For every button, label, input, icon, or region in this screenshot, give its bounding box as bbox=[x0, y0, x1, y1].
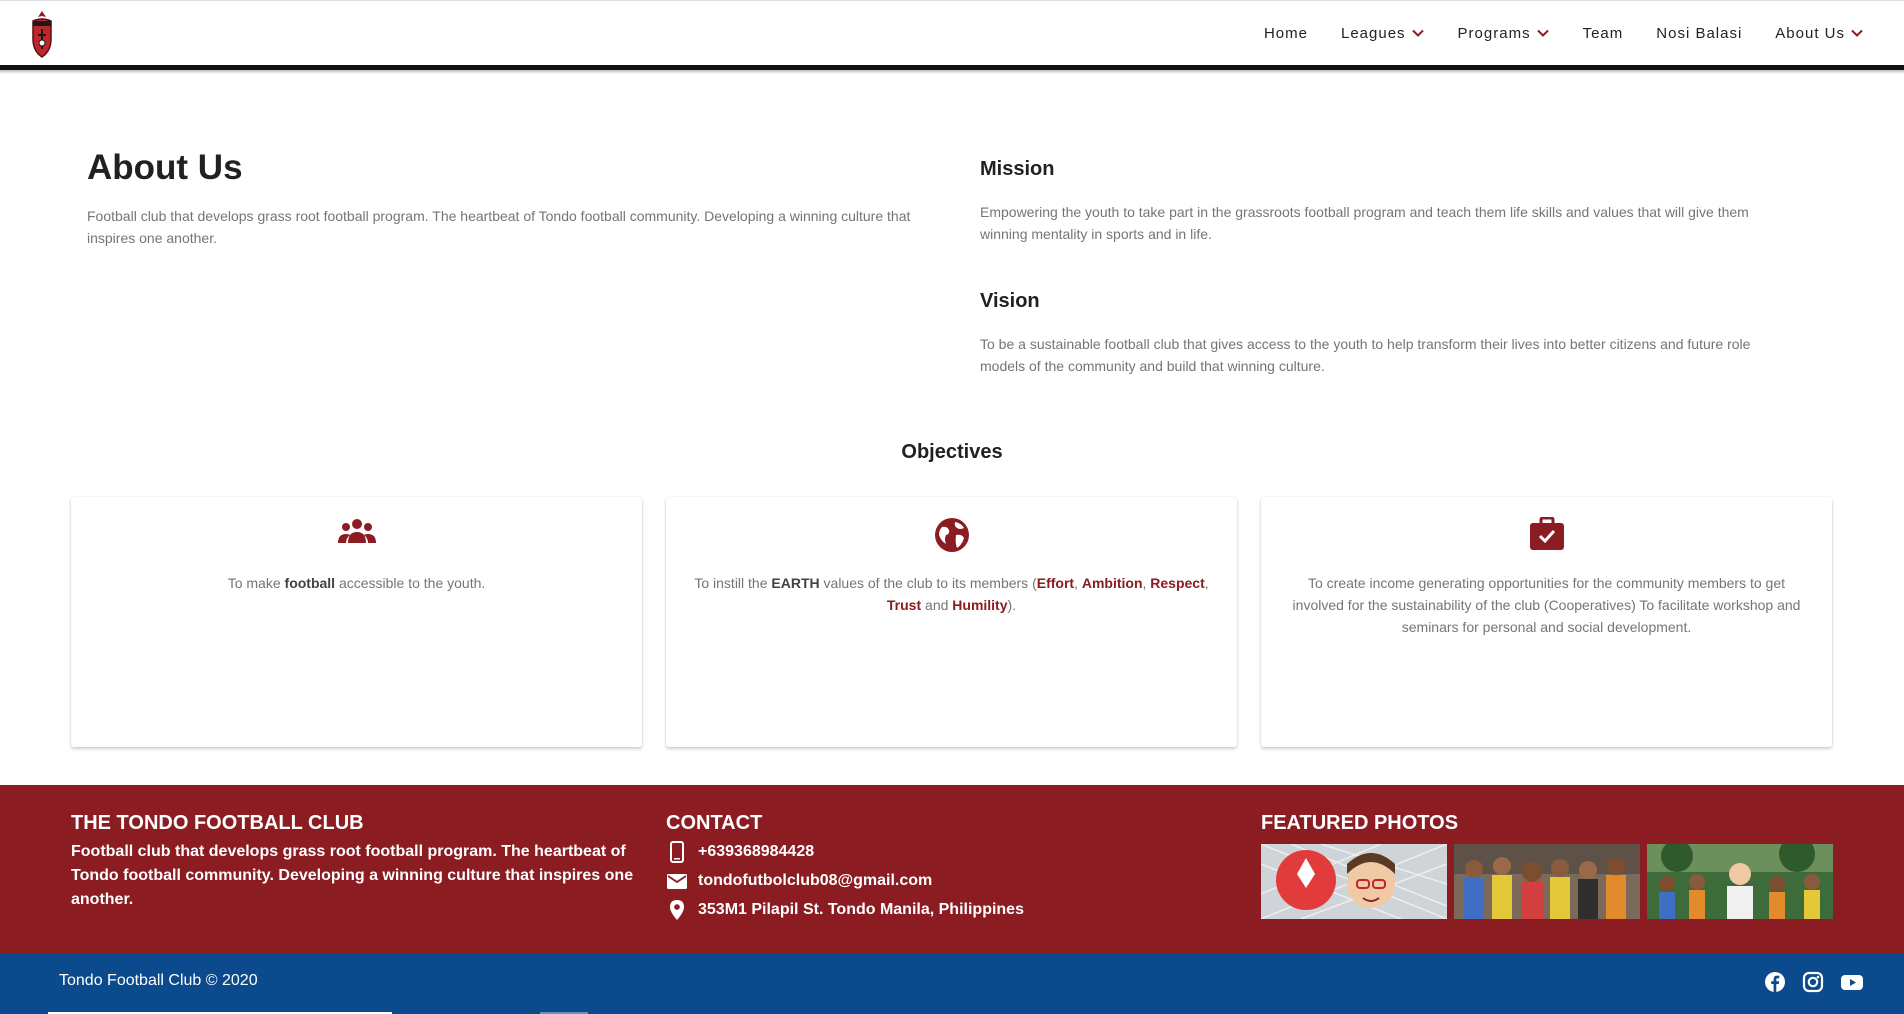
top-navbar: Home Leagues Programs Team Nosi Balasi A… bbox=[0, 0, 1904, 74]
instagram-icon[interactable] bbox=[1802, 971, 1824, 993]
location-pin-icon bbox=[670, 900, 684, 920]
nav-item-team[interactable]: Team bbox=[1583, 25, 1624, 42]
featured-photo-2[interactable] bbox=[1454, 844, 1640, 919]
navbar-shadow bbox=[0, 70, 1904, 74]
group-icon bbox=[337, 519, 376, 543]
nav-item-label: Leagues bbox=[1340, 24, 1406, 42]
chevron-down-icon bbox=[1851, 29, 1863, 37]
nav-item-leagues[interactable]: Leagues bbox=[1341, 25, 1425, 42]
bottom-bar: Tondo Football Club © 2020 bbox=[0, 953, 1904, 1014]
footer-club-title: THE TONDO FOOTBALL CLUB bbox=[71, 812, 364, 834]
footer: THE TONDO FOOTBALL CLUB Football club th… bbox=[0, 785, 1904, 953]
nav-menu: Home Leagues Programs Team Nosi Balasi A… bbox=[1231, 1, 1864, 65]
nav-item-label: Nosi Balasi bbox=[1656, 24, 1743, 42]
chevron-down-icon bbox=[1536, 29, 1549, 37]
nav-item-nosi-balasi[interactable]: Nosi Balasi bbox=[1656, 25, 1742, 42]
footer-club-description: Football club that develops grass root f… bbox=[71, 843, 634, 908]
page-title: About Us bbox=[87, 148, 243, 187]
footer-photos-title: FEATURED PHOTOS bbox=[1261, 812, 1459, 834]
mission-heading: Mission bbox=[980, 158, 1055, 180]
chevron-down-icon bbox=[1411, 29, 1424, 37]
about-description: Football club that develops grass root f… bbox=[87, 208, 911, 246]
nav-item-home[interactable]: Home bbox=[1264, 25, 1308, 42]
phone-number: +639368984428 bbox=[698, 843, 815, 860]
contact-phone[interactable]: +639368984428 bbox=[666, 841, 814, 863]
contact-email[interactable]: tondofutbolclub08@gmail.com bbox=[666, 870, 932, 892]
contact-address[interactable]: 353M1 Pilapil St. Tondo Manila, Philippi… bbox=[666, 899, 1024, 921]
vision-heading: Vision bbox=[980, 290, 1040, 312]
address-text: 353M1 Pilapil St. Tondo Manila, Philippi… bbox=[698, 901, 1024, 918]
objective-card-earth-values: To instill the EARTH values of the club … bbox=[666, 497, 1237, 747]
phone-icon bbox=[670, 841, 684, 863]
briefcase-check-icon bbox=[1529, 517, 1564, 550]
vision-text: To be a sustainable football club that g… bbox=[980, 336, 1751, 374]
mission-text: Empowering the youth to take part in the… bbox=[980, 204, 1749, 242]
objective-text: To instill the EARTH values of the club … bbox=[694, 575, 1209, 613]
facebook-icon[interactable] bbox=[1764, 971, 1786, 993]
globe-icon bbox=[934, 518, 969, 552]
objective-card-accessibility: To make football accessible to the youth… bbox=[71, 497, 642, 747]
email-address: tondofutbolclub08@gmail.com bbox=[698, 872, 933, 889]
nav-item-label: About Us bbox=[1775, 24, 1845, 42]
objective-text: To make football accessible to the youth… bbox=[227, 575, 486, 591]
social-links bbox=[1748, 971, 1864, 993]
featured-photo-3[interactable] bbox=[1647, 844, 1833, 919]
nav-item-about-us[interactable]: About Us bbox=[1775, 25, 1864, 42]
email-icon bbox=[667, 874, 687, 889]
featured-photo-1[interactable] bbox=[1261, 844, 1447, 919]
copyright-text: Tondo Football Club © 2020 bbox=[59, 972, 258, 989]
footer-contact-title: CONTACT bbox=[666, 812, 763, 834]
nav-item-label: Team bbox=[1582, 24, 1624, 42]
objective-card-income: To create income generating opportunitie… bbox=[1261, 497, 1832, 747]
nav-item-programs[interactable]: Programs bbox=[1458, 25, 1550, 42]
nav-item-label: Home bbox=[1263, 24, 1308, 42]
youtube-icon[interactable] bbox=[1840, 971, 1864, 993]
club-logo[interactable] bbox=[30, 9, 54, 59]
nav-item-label: Programs bbox=[1457, 24, 1531, 42]
objective-text: To create income generating opportunitie… bbox=[1292, 575, 1801, 635]
objectives-heading: Objectives bbox=[901, 441, 1003, 463]
